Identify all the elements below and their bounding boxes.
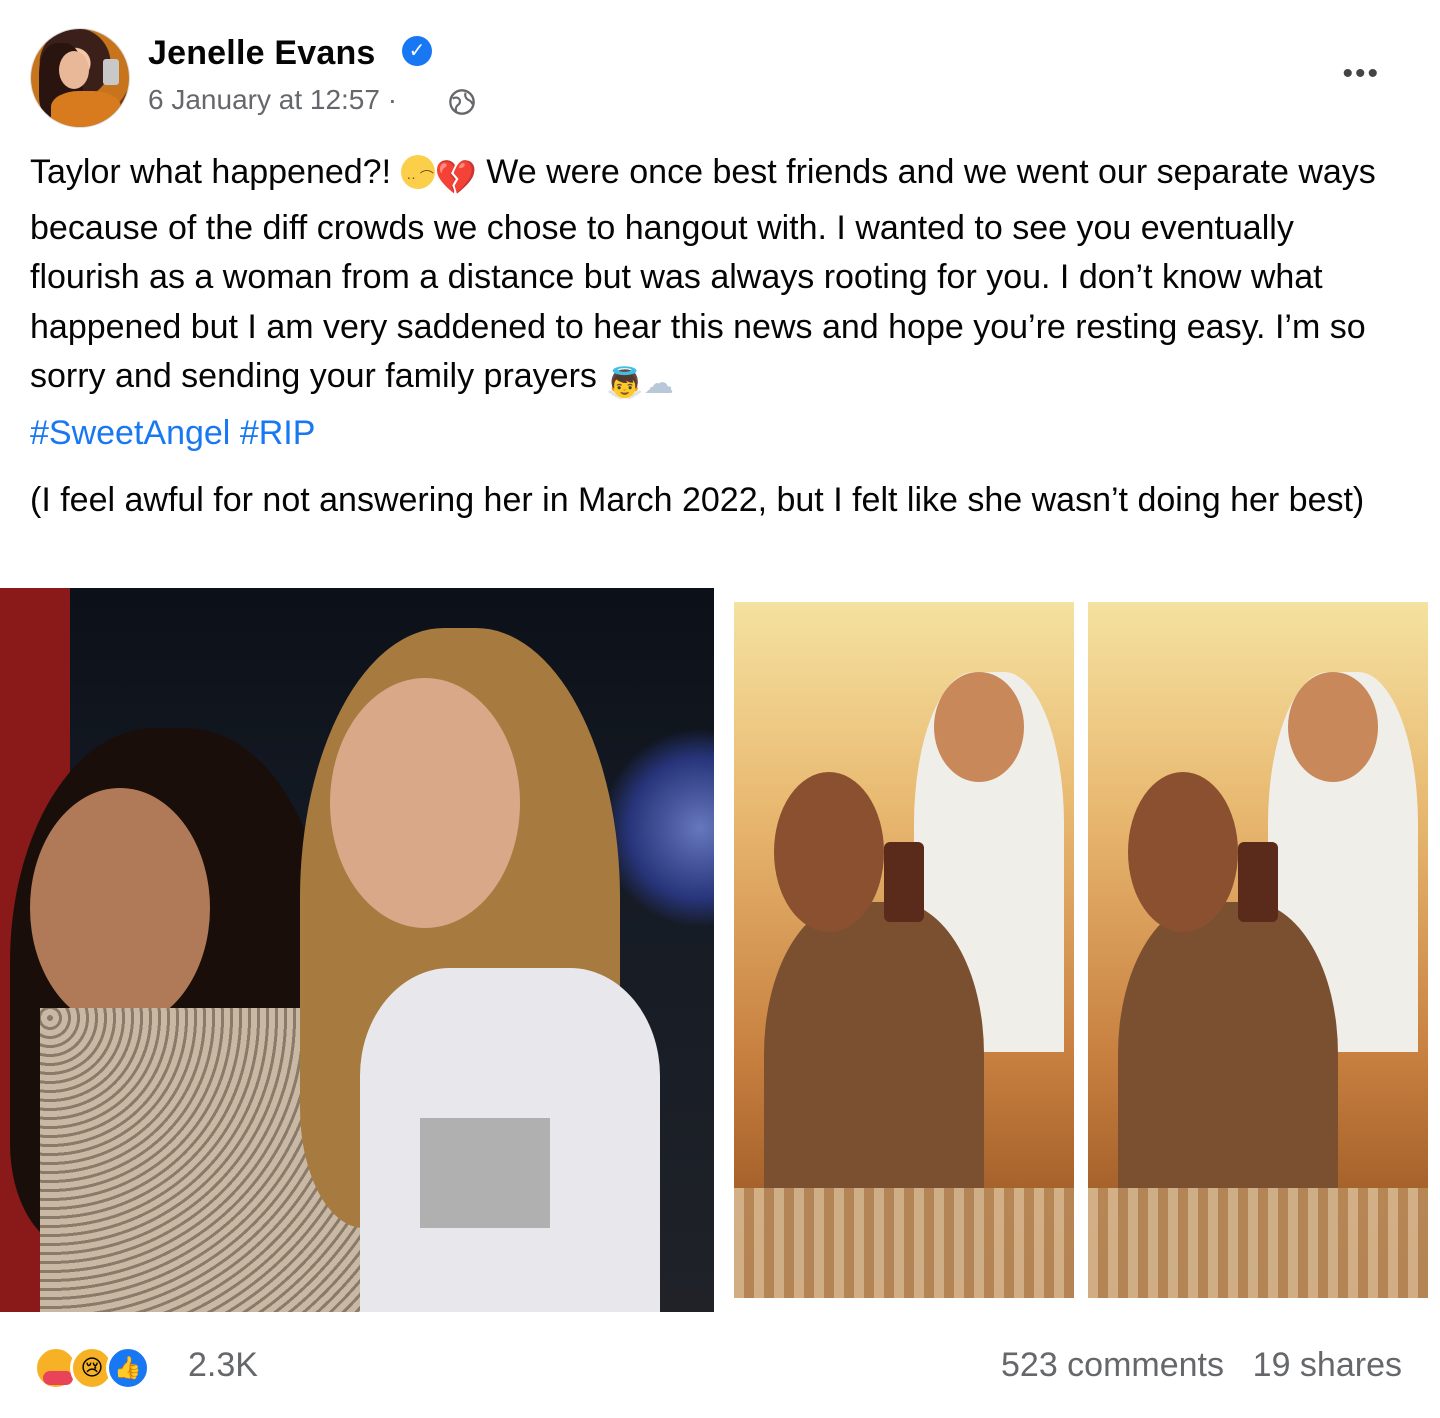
girl-1-face <box>774 772 884 932</box>
like-reaction-icon: 👍 <box>106 1346 150 1390</box>
more-options-icon[interactable]: ••• <box>1342 59 1380 89</box>
avatar-shirt <box>51 91 121 127</box>
post-paragraph-2: (I feel awful for not answering her in M… <box>30 481 1365 519</box>
reaction-count[interactable]: 2.3K <box>188 1346 258 1385</box>
avatar-face <box>59 51 89 89</box>
verified-badge-icon: ✓ <box>402 36 432 66</box>
comments-count[interactable]: 523 comments <box>1001 1346 1224 1385</box>
cloud-emoji-icon: ☁ <box>643 367 674 400</box>
timestamp-link[interactable]: 6 January at 12:57 <box>148 84 380 115</box>
hashtag-sweetangel[interactable]: #SweetAngel <box>30 414 230 452</box>
post-text-intro: Taylor what happened?! <box>30 153 392 191</box>
post-header: Jenelle Evans ✓ 6 January at 12:57 · ••• <box>30 28 1410 128</box>
photo-3[interactable] <box>1088 602 1428 1298</box>
woman-2-face <box>330 678 520 928</box>
girl-2-face <box>934 672 1024 782</box>
avatar-phone <box>103 59 119 85</box>
photo-2[interactable] <box>734 602 1074 1298</box>
shares-count[interactable]: 19 shares <box>1253 1346 1402 1385</box>
baby-angel-emoji-icon: 👼 <box>606 367 644 400</box>
post-body: Taylor what happened?! 💔 We were once be… <box>30 148 1410 526</box>
phone <box>1238 842 1278 922</box>
post-paragraph-1: Taylor what happened?! 💔 We were once be… <box>30 148 1410 458</box>
woman-1-face <box>30 788 210 1028</box>
girl-2-face <box>1288 672 1378 782</box>
hashtag-rip[interactable]: #RIP <box>240 414 316 452</box>
reaction-icons[interactable]: 😢 👍 <box>34 1346 174 1390</box>
girl-1-face <box>1128 772 1238 932</box>
post-meta: 6 January at 12:57 · <box>148 84 397 116</box>
mirror-frame <box>734 1188 1074 1298</box>
photo-grid <box>0 588 1440 1313</box>
photo-1[interactable] <box>0 588 714 1312</box>
globe-icon[interactable] <box>448 88 476 116</box>
engagement-bar: 😢 👍 2.3K 523 comments 19 shares <box>30 1342 1410 1398</box>
author-avatar[interactable] <box>30 28 130 128</box>
meta-separator: · <box>387 84 398 115</box>
frowning-face-emoji-icon <box>400 153 435 203</box>
woman-2-sequin <box>420 1118 550 1228</box>
phone <box>884 842 924 922</box>
broken-heart-emoji-icon: 💔 <box>434 159 477 197</box>
author-name[interactable]: Jenelle Evans <box>148 34 376 73</box>
mirror-frame <box>1088 1188 1428 1298</box>
